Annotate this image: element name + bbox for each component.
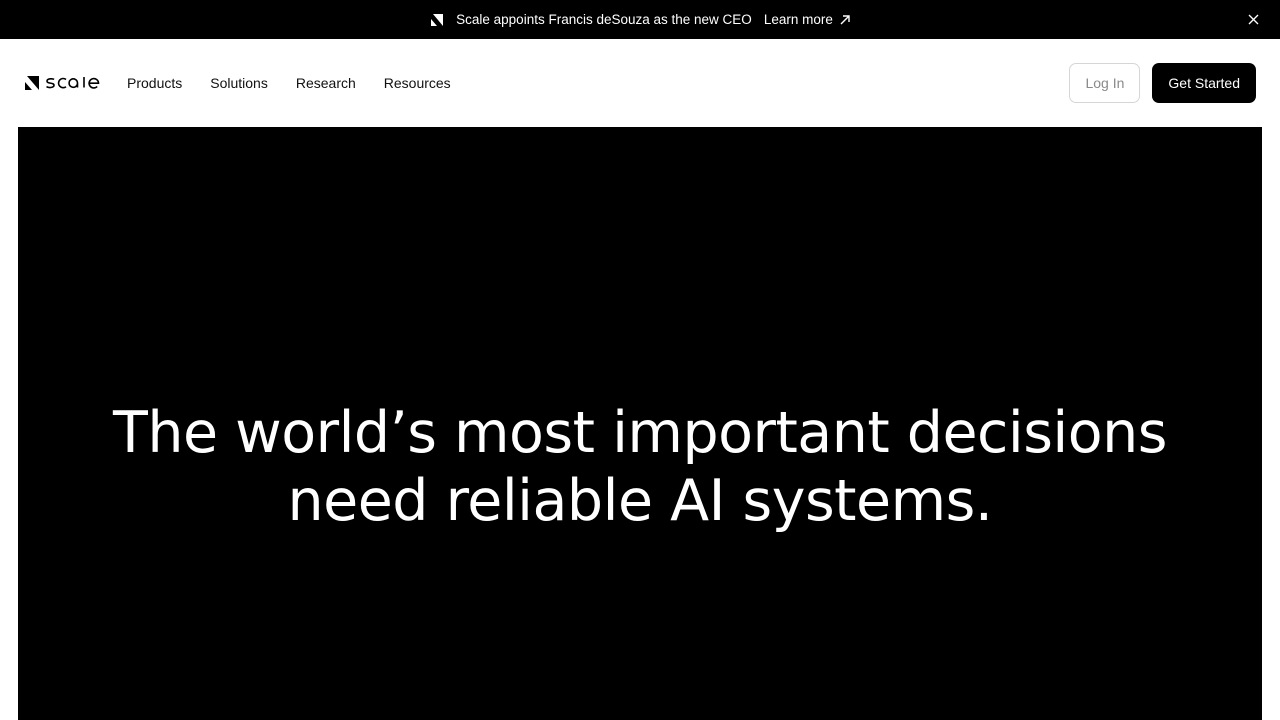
close-icon[interactable] xyxy=(1247,13,1260,26)
announcement-content: Scale appoints Francis deSouza as the ne… xyxy=(430,12,850,27)
hero-headline-line-2: need reliable AI systems. xyxy=(287,468,993,534)
nav-links: Products Solutions Research Resources xyxy=(127,75,451,91)
nav-item-products[interactable]: Products xyxy=(127,75,182,91)
main-nav: Products Solutions Research Resources Lo… xyxy=(0,39,1280,127)
arrow-up-right-icon xyxy=(840,14,850,24)
learn-more-link[interactable]: Learn more xyxy=(764,12,850,27)
hero-headline: The world’s most important decisions nee… xyxy=(113,399,1167,535)
scale-mark-icon xyxy=(431,13,444,26)
log-in-button[interactable]: Log In xyxy=(1069,63,1141,103)
announcement-text: Scale appoints Francis deSouza as the ne… xyxy=(456,12,752,27)
scale-logo-mark-icon xyxy=(25,76,39,90)
hero-headline-line-1: The world’s most important decisions xyxy=(113,400,1167,466)
learn-more-label: Learn more xyxy=(763,12,833,27)
nav-item-research[interactable]: Research xyxy=(296,75,356,91)
nav-item-solutions[interactable]: Solutions xyxy=(210,75,268,91)
nav-item-resources[interactable]: Resources xyxy=(384,75,451,91)
scale-wordmark-icon xyxy=(45,77,100,89)
hero-section: The world’s most important decisions nee… xyxy=(18,127,1262,720)
scale-logo[interactable] xyxy=(24,75,104,91)
nav-actions: Log In Get Started xyxy=(1069,63,1256,103)
get-started-button[interactable]: Get Started xyxy=(1152,63,1256,103)
announcement-bar: Scale appoints Francis deSouza as the ne… xyxy=(0,0,1280,39)
